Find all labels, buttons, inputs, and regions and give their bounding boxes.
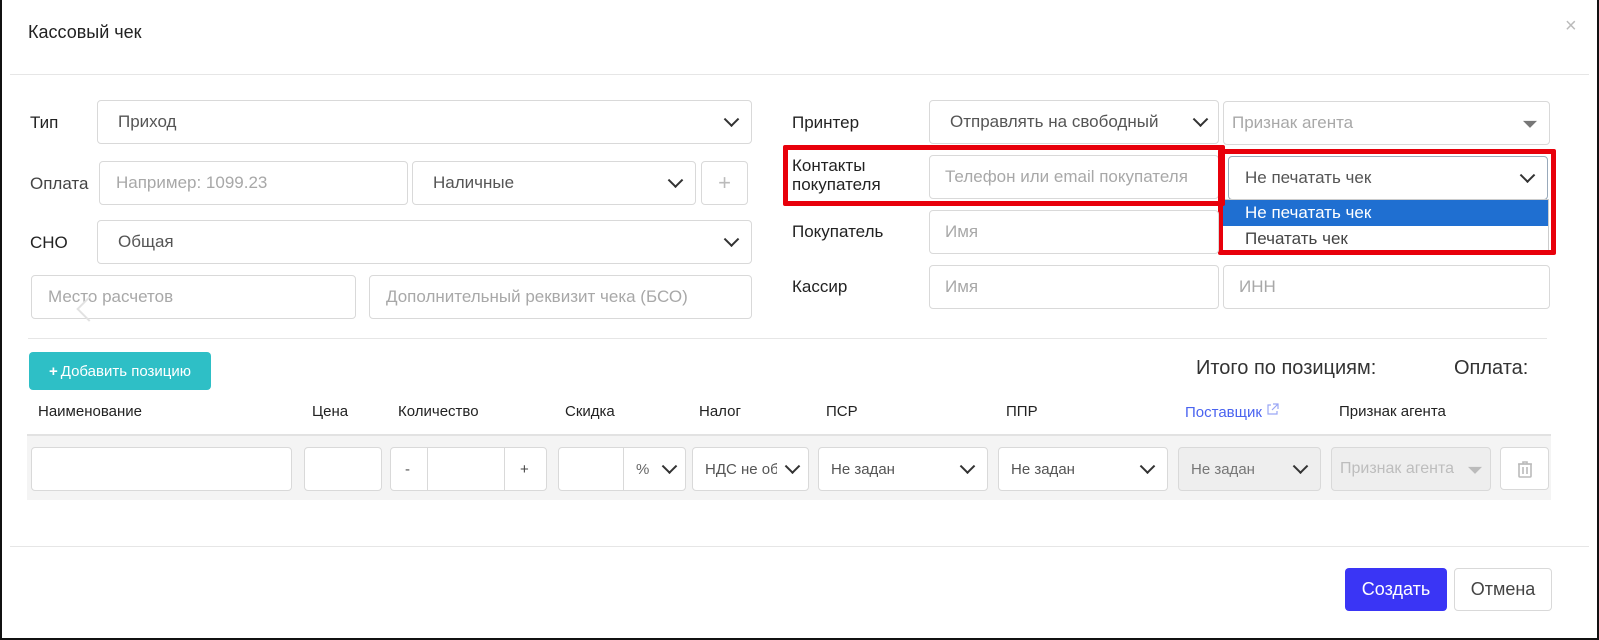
print-receipt-dropdown: Не печатать чек Печатать чек [1222, 199, 1549, 251]
contacts-label: Контакты покупателя [792, 156, 881, 194]
total-payment-label: Оплата: [1454, 357, 1529, 379]
col-price: Цена [312, 403, 349, 420]
col-ppr: ППР [1006, 403, 1038, 420]
trash-icon [1517, 460, 1532, 478]
chevron-down-icon [723, 111, 740, 128]
external-link-icon [1267, 403, 1279, 415]
supplier-select-value: Не задан [1191, 460, 1255, 478]
delete-position-button[interactable] [1500, 447, 1549, 490]
payment-method-value: Наличные [433, 173, 515, 192]
discount-type-value: % [636, 460, 650, 478]
print-receipt-select[interactable]: Не печатать чек [1228, 156, 1548, 200]
tax-select[interactable]: НДС не об [692, 447, 809, 491]
receipt-modal: Кассовый чек × Тип Приход Оплата Наприме… [0, 0, 1599, 640]
sno-select[interactable]: Общая [97, 220, 752, 264]
col-supplier-link[interactable]: Поставщик [1185, 403, 1279, 421]
agent-select-placeholder: Признак агента [1232, 113, 1354, 132]
cashier-name-input[interactable]: Имя [929, 265, 1219, 309]
col-qty: Количество [398, 403, 479, 420]
chevron-down-icon [1192, 111, 1209, 128]
ppr-select[interactable]: Не задан [998, 447, 1168, 491]
discount-type-select[interactable]: % [623, 447, 686, 491]
footer-divider [10, 546, 1589, 547]
chevron-down-icon [1139, 458, 1156, 475]
print-option-no-print[interactable]: Не печатать чек [1223, 200, 1548, 226]
qty-plus-button[interactable]: + [504, 447, 547, 491]
discount-input[interactable] [558, 447, 624, 491]
qty-input[interactable] [427, 447, 505, 491]
sno-label: СНО [30, 233, 68, 252]
caret-down-icon [1468, 466, 1482, 474]
printer-select[interactable]: Отправлять на свободный [929, 100, 1219, 144]
printer-label: Принтер [792, 113, 860, 132]
psr-select[interactable]: Не задан [818, 447, 988, 491]
supplier-select[interactable]: Не задан [1178, 447, 1321, 491]
payment-label: Оплата [30, 174, 89, 193]
section-divider [28, 338, 1547, 339]
cashier-inn-input[interactable]: ИНН [1223, 265, 1550, 309]
close-icon[interactable]: × [1565, 16, 1577, 36]
chevron-down-icon [1292, 458, 1309, 475]
col-tax: Налог [699, 403, 741, 420]
type-label: Тип [30, 113, 59, 132]
cashier-label: Кассир [792, 277, 848, 296]
cancel-button[interactable]: Отмена [1454, 568, 1552, 611]
modal-title: Кассовый чек [28, 22, 142, 42]
extra-requisite-input[interactable]: Дополнительный реквизит чека (БСО) [369, 275, 752, 319]
col-supplier-label: Поставщик [1185, 404, 1262, 421]
tax-select-value: НДС не об [705, 460, 777, 478]
add-position-label: Добавить позицию [60, 362, 191, 380]
print-option-print[interactable]: Печатать чек [1223, 226, 1548, 252]
agent-row-placeholder: Признак агента [1340, 460, 1455, 477]
chevron-down-icon [784, 458, 801, 475]
contacts-input[interactable]: Телефон или email покупателя [929, 155, 1219, 199]
psr-select-value: Не задан [831, 460, 895, 478]
caret-down-icon [1523, 120, 1537, 128]
printer-select-value: Отправлять на свободный [950, 112, 1159, 131]
col-agent: Признак агента [1339, 403, 1446, 420]
position-name-input[interactable] [31, 447, 292, 491]
add-payment-button[interactable]: + [701, 161, 748, 205]
chevron-down-icon [661, 458, 678, 475]
sno-select-value: Общая [118, 232, 174, 251]
print-receipt-value: Не печатать чек [1245, 168, 1372, 187]
payment-amount-input[interactable]: Например: 1099.23 [99, 161, 408, 205]
chevron-down-icon [1519, 167, 1536, 184]
agent-row-select[interactable]: Признак агента [1331, 447, 1491, 491]
buyer-name-input[interactable]: Имя [929, 210, 1219, 254]
contacts-label-line2: покупателя [792, 175, 881, 194]
position-price-input[interactable] [304, 447, 382, 491]
col-psr: ПСР [826, 403, 858, 420]
col-discount: Скидка [565, 403, 615, 420]
chevron-down-icon [959, 458, 976, 475]
buyer-label: Покупатель [792, 222, 884, 241]
contacts-label-line1: Контакты [792, 156, 866, 175]
payment-method-select[interactable]: Наличные [412, 161, 696, 205]
create-button[interactable]: Создать [1345, 568, 1447, 611]
total-positions-label: Итого по позициям: [1196, 357, 1377, 379]
plus-icon: + [49, 362, 58, 380]
ppr-select-value: Не задан [1011, 460, 1075, 478]
col-name: Наименование [38, 403, 142, 420]
add-position-button[interactable]: + Добавить позицию [29, 352, 211, 390]
chevron-down-icon [723, 231, 740, 248]
type-select-value: Приход [118, 112, 177, 131]
type-select[interactable]: Приход [97, 100, 752, 144]
chevron-down-icon [667, 172, 684, 189]
qty-minus-button[interactable]: - [390, 447, 428, 491]
agent-select[interactable]: Признак агента [1223, 101, 1550, 145]
header-divider [10, 74, 1589, 75]
